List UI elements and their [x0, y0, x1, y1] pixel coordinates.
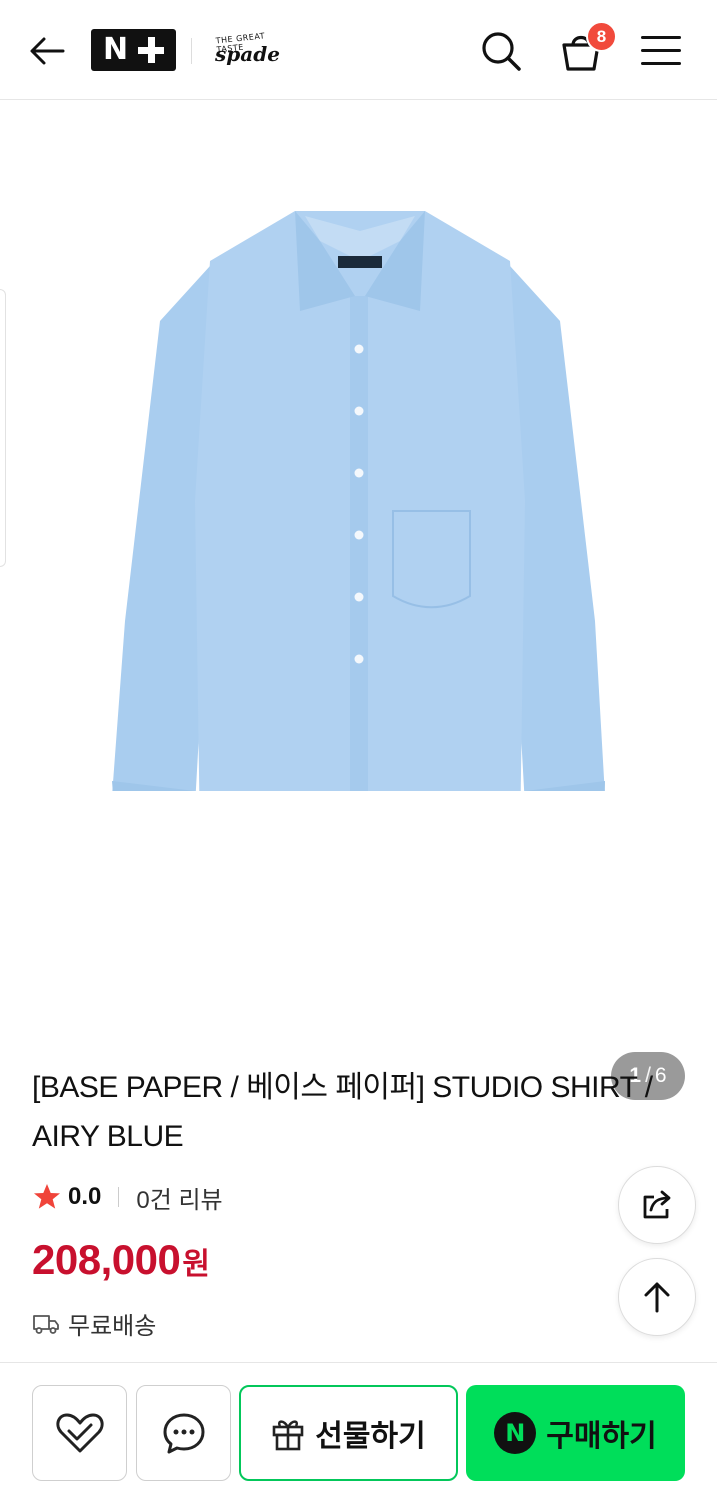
brand-name: spade: [215, 42, 280, 66]
hamburger-menu-icon-line: [641, 48, 681, 52]
shipping-label: 무료배송: [68, 1313, 157, 1340]
talk-talk-chat-button[interactable]: [136, 1385, 231, 1481]
back-button[interactable]: [26, 30, 68, 72]
top-header: N THE GREAT TASTE spade 8: [0, 0, 717, 100]
buy-now-button[interactable]: N 구매하기: [466, 1385, 685, 1481]
review-count[interactable]: 0건 리뷰: [136, 1180, 222, 1215]
scroll-to-top-button[interactable]: [618, 1258, 696, 1336]
shipping-info: 무료배송: [32, 1306, 156, 1341]
share-button[interactable]: [618, 1166, 696, 1244]
chat-bubble-icon: [163, 1413, 204, 1454]
product-title: [BASE PAPER / 베이스 페이퍼] STUDIO SHIRT / AI…: [32, 1071, 653, 1153]
gift-button-label: 선물하기: [315, 1420, 426, 1453]
naver-plus-logo-letter: N: [102, 32, 129, 67]
hamburger-menu-icon: [641, 35, 681, 39]
bottom-action-bar: 선물하기 N 구매하기: [0, 1362, 717, 1500]
product-image-gallery[interactable]: 1 / 6: [0, 101, 717, 1100]
price-currency: 원: [182, 1248, 210, 1281]
naver-plus-logo[interactable]: N: [91, 29, 176, 71]
rating-row[interactable]: 0.0 0건 리뷰: [32, 1180, 223, 1214]
buy-button-label: 구매하기: [546, 1420, 657, 1453]
gift-icon: [272, 1420, 304, 1451]
rating-divider: [118, 1187, 120, 1207]
search-icon: [482, 32, 521, 71]
gift-button[interactable]: 선물하기: [239, 1385, 458, 1481]
header-divider: [191, 38, 192, 64]
gallery-side-edge: [0, 289, 6, 567]
product-image: [112, 211, 605, 791]
heart-icon: [55, 1413, 104, 1453]
star-icon: [34, 1184, 60, 1209]
menu-button[interactable]: [638, 30, 684, 70]
share-icon: [643, 1190, 671, 1219]
delivery-truck-icon: [33, 1314, 59, 1334]
store-brand-logo[interactable]: THE GREAT TASTE spade: [210, 30, 282, 70]
plus-icon: [138, 37, 165, 63]
hamburger-menu-icon-line: [641, 61, 681, 65]
price-amount: 208,000: [32, 1236, 181, 1283]
naver-pay-icon: N: [494, 1412, 537, 1454]
search-button[interactable]: [478, 28, 524, 74]
product-price: 208,000 원: [32, 1236, 210, 1284]
rating-score: 0.0: [68, 1183, 102, 1210]
cart-count-badge: 8: [586, 21, 617, 52]
wishlist-button[interactable]: [32, 1385, 127, 1481]
back-arrow-icon: [30, 37, 65, 65]
arrow-up-icon: [644, 1282, 670, 1313]
